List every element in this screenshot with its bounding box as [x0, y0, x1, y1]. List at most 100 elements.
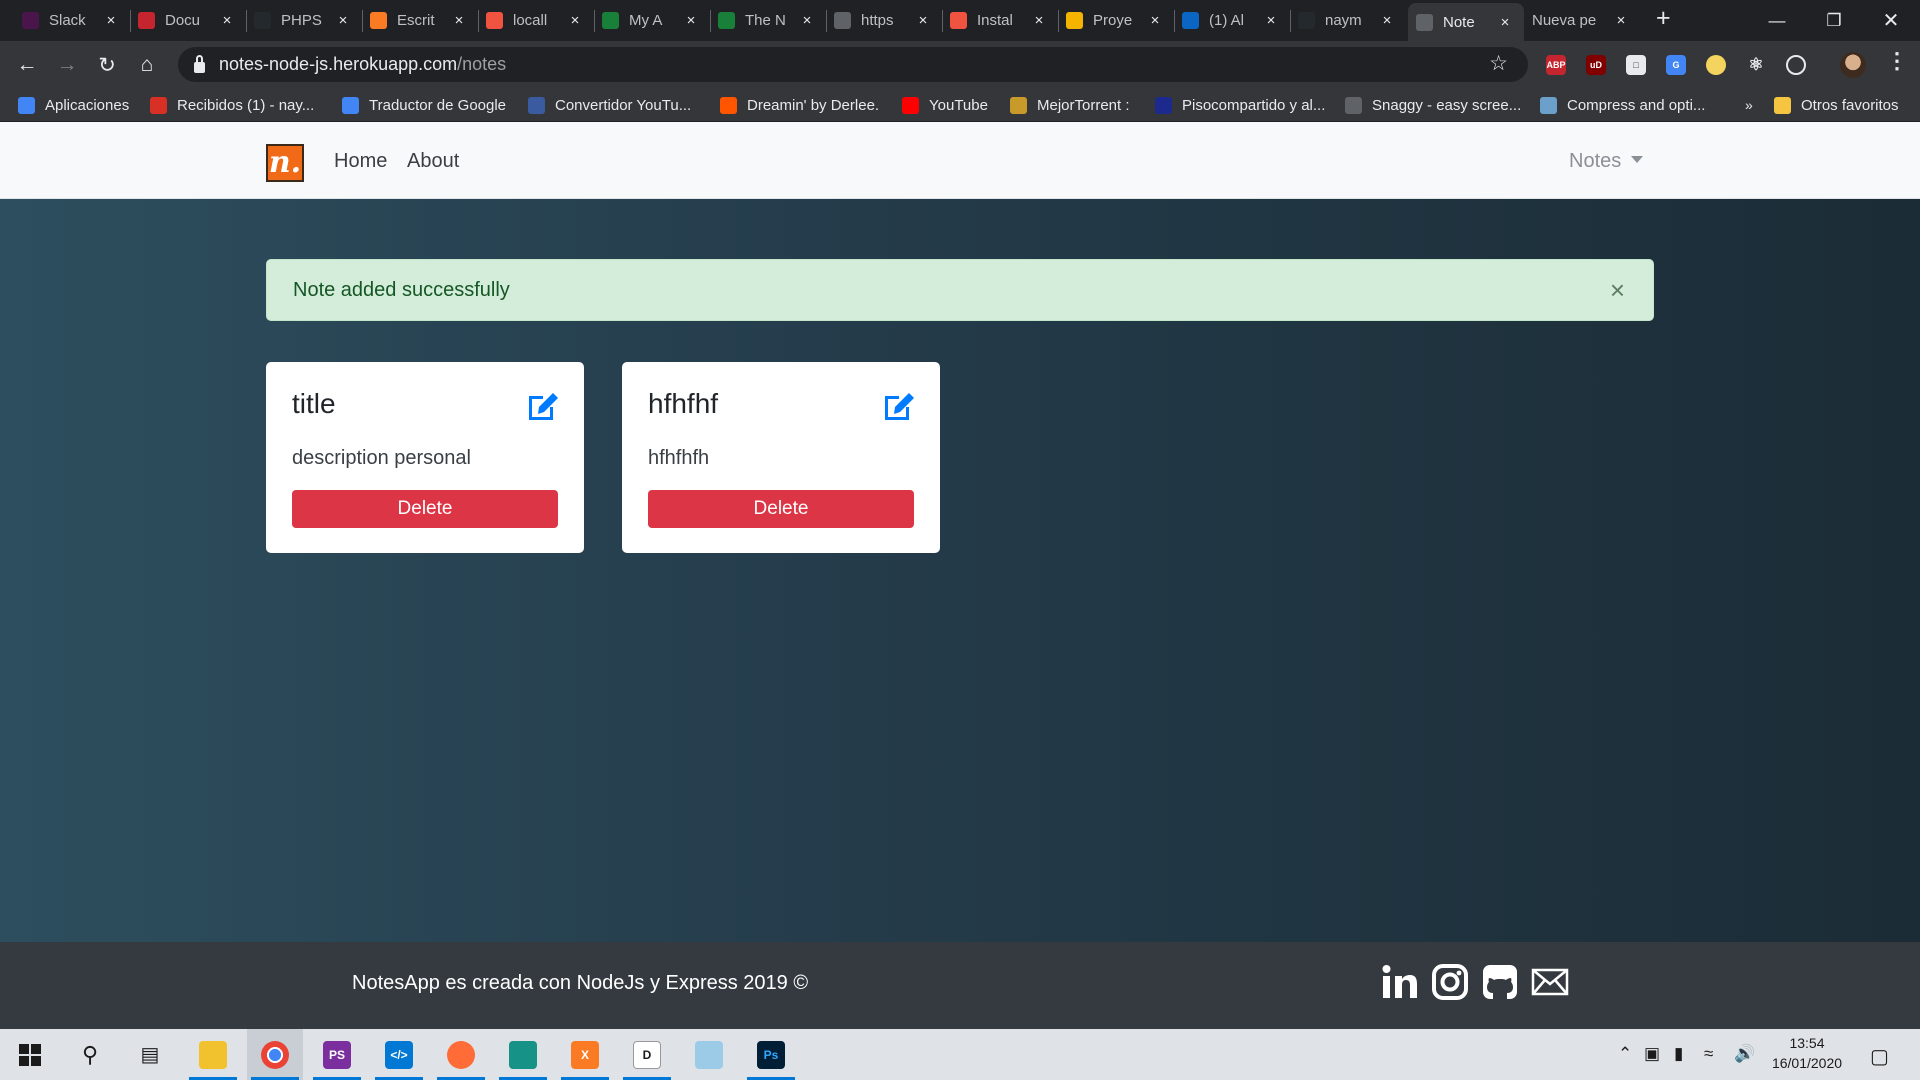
search-icon[interactable]: ⚲	[62, 1029, 118, 1080]
tab-close-icon[interactable]: ×	[216, 12, 238, 29]
bookmark-item[interactable]: MejorTorrent :	[1010, 94, 1130, 116]
taskbar-chrome[interactable]	[247, 1029, 303, 1080]
browser-tab[interactable]: locall ×	[478, 0, 594, 41]
bookmark-item[interactable]: Recibidos (1) - nay...	[150, 94, 314, 116]
taskbar-app[interactable]: D	[619, 1029, 675, 1080]
edit-icon[interactable]	[882, 390, 916, 422]
reload-button[interactable]: ↻	[92, 50, 122, 80]
restore-button[interactable]: ❐	[1805, 0, 1863, 41]
bookmark-item[interactable]: Aplicaciones	[18, 94, 129, 116]
document-extension-icon[interactable]: □	[1626, 55, 1646, 75]
tab-close-icon[interactable]: ×	[564, 12, 586, 29]
adblock-extension-icon[interactable]: ABP	[1546, 55, 1566, 75]
github-icon	[1298, 12, 1315, 29]
tab-close-icon[interactable]: ×	[1144, 12, 1166, 29]
browser-tab[interactable]: Instal ×	[942, 0, 1058, 41]
profile-avatar[interactable]	[1840, 52, 1866, 78]
task-view-icon[interactable]: ▤	[122, 1029, 178, 1080]
idea-extension-icon[interactable]	[1706, 55, 1726, 75]
github-icon[interactable]	[1480, 962, 1520, 1002]
alert-close-button[interactable]: ×	[1610, 277, 1625, 303]
bookmark-item[interactable]: Dreamin' by Derlee.	[720, 94, 879, 116]
tab-title: The N	[745, 12, 786, 29]
bookmark-item[interactable]: Traductor de Google	[342, 94, 506, 116]
taskbar-clock[interactable]: 13:54 16/01/2020	[1764, 1033, 1850, 1073]
start-button[interactable]	[2, 1029, 58, 1080]
browser-tab[interactable]: PHPS ×	[246, 0, 362, 41]
browser-tab[interactable]: Escrit ×	[362, 0, 478, 41]
bookmark-item[interactable]: Pisocompartido y al...	[1155, 94, 1325, 116]
bookmark-item[interactable]: YouTube	[902, 94, 988, 116]
volume-icon[interactable]: 🔊	[1734, 1044, 1755, 1064]
close-window-button[interactable]: ✕	[1862, 0, 1920, 41]
taskbar-xampp[interactable]: X	[557, 1029, 613, 1080]
bookmark-star-icon[interactable]: ☆	[1489, 51, 1508, 76]
notes-dropdown-label: Notes	[1569, 150, 1622, 172]
home-button[interactable]: ⌂	[132, 50, 162, 80]
tab-close-icon[interactable]: ×	[796, 12, 818, 29]
browser-tab[interactable]: https ×	[826, 0, 942, 41]
browser-tab[interactable]: Nueva pe ×	[1524, 0, 1640, 41]
nav-about-link[interactable]: About	[407, 150, 459, 173]
brand-logo[interactable]: n.	[266, 144, 304, 182]
browser-tab[interactable]: The N ×	[710, 0, 826, 41]
new-tab-button[interactable]: +	[1656, 4, 1671, 33]
bookmark-item[interactable]: Convertidor YouTu...	[528, 94, 691, 116]
browser-tab[interactable]: Slack ×	[14, 0, 130, 41]
taskbar-vscode[interactable]: </>	[371, 1029, 427, 1080]
tray-monitor-icon[interactable]: ▣	[1644, 1044, 1660, 1064]
forward-button[interactable]: →	[52, 50, 82, 80]
note-title: title	[292, 388, 336, 419]
delete-button[interactable]: Delete	[292, 490, 558, 528]
tab-close-icon[interactable]: ×	[1494, 14, 1516, 31]
taskbar-phpstorm[interactable]: PS	[309, 1029, 365, 1080]
tab-close-icon[interactable]: ×	[1376, 12, 1398, 29]
nav-home-link[interactable]: Home	[334, 150, 387, 173]
back-button[interactable]: ←	[12, 50, 42, 80]
tab-close-icon[interactable]: ×	[1610, 12, 1632, 29]
tab-close-icon[interactable]: ×	[1260, 12, 1282, 29]
bookmark-item[interactable]: Snaggy - easy scree...	[1345, 94, 1521, 116]
edit-icon[interactable]	[526, 390, 560, 422]
address-bar[interactable]: notes-node-js.herokuapp.com/notes ☆	[178, 47, 1528, 82]
url-host: notes-node-js.herokuapp.com	[219, 54, 458, 74]
tray-chevron-icon[interactable]: ⌃	[1618, 1044, 1632, 1064]
tab-close-icon[interactable]: ×	[1028, 12, 1050, 29]
delete-button[interactable]: Delete	[648, 490, 914, 528]
tab-close-icon[interactable]: ×	[332, 12, 354, 29]
browser-tab[interactable]: (1) Al ×	[1174, 0, 1290, 41]
react-extension-icon[interactable]: ⚛	[1746, 55, 1766, 75]
browser-tab[interactable]: Note ×	[1408, 3, 1524, 41]
tab-close-icon[interactable]: ×	[912, 12, 934, 29]
bookmarks-overflow-button[interactable]: »	[1745, 94, 1753, 116]
taskbar-photoshop[interactable]: Ps	[743, 1029, 799, 1080]
taskbar-postman[interactable]	[433, 1029, 489, 1080]
tab-close-icon[interactable]: ×	[100, 12, 122, 29]
mail-icon[interactable]	[1530, 962, 1570, 1002]
notes-dropdown[interactable]: Notes	[1569, 150, 1644, 173]
bookmark-item[interactable]: Compress and opti...	[1540, 94, 1705, 116]
taskbar-gitkraken[interactable]	[495, 1029, 551, 1080]
bookmarks-bar: » Otros favoritos Aplicaciones Recibidos …	[0, 88, 1920, 122]
browser-tab[interactable]: My A ×	[594, 0, 710, 41]
tab-title: Note	[1443, 13, 1475, 31]
taskbar-notes-app[interactable]	[681, 1029, 737, 1080]
apps-grid-icon	[18, 96, 35, 114]
translate-extension-icon[interactable]: G	[1666, 55, 1686, 75]
taskbar-explorer[interactable]	[185, 1029, 241, 1080]
browser-tab[interactable]: Proye ×	[1058, 0, 1174, 41]
tab-close-icon[interactable]: ×	[448, 12, 470, 29]
notifications-icon[interactable]: ▢	[1870, 1044, 1889, 1069]
battery-icon[interactable]: ▮	[1674, 1044, 1683, 1064]
browser-tab[interactable]: naym ×	[1290, 0, 1406, 41]
target-extension-icon[interactable]	[1786, 55, 1806, 75]
instagram-icon[interactable]	[1430, 962, 1470, 1002]
wifi-icon[interactable]: ≈	[1704, 1044, 1713, 1064]
chrome-menu-icon[interactable]: ⋮	[1886, 48, 1908, 74]
linkedin-icon[interactable]	[1380, 962, 1420, 1002]
minimize-button[interactable]: —	[1748, 0, 1806, 41]
ublock-extension-icon[interactable]: uD	[1586, 55, 1606, 75]
tab-close-icon[interactable]: ×	[680, 12, 702, 29]
other-bookmarks-folder[interactable]: Otros favoritos	[1774, 94, 1899, 116]
browser-tab[interactable]: Docu ×	[130, 0, 246, 41]
